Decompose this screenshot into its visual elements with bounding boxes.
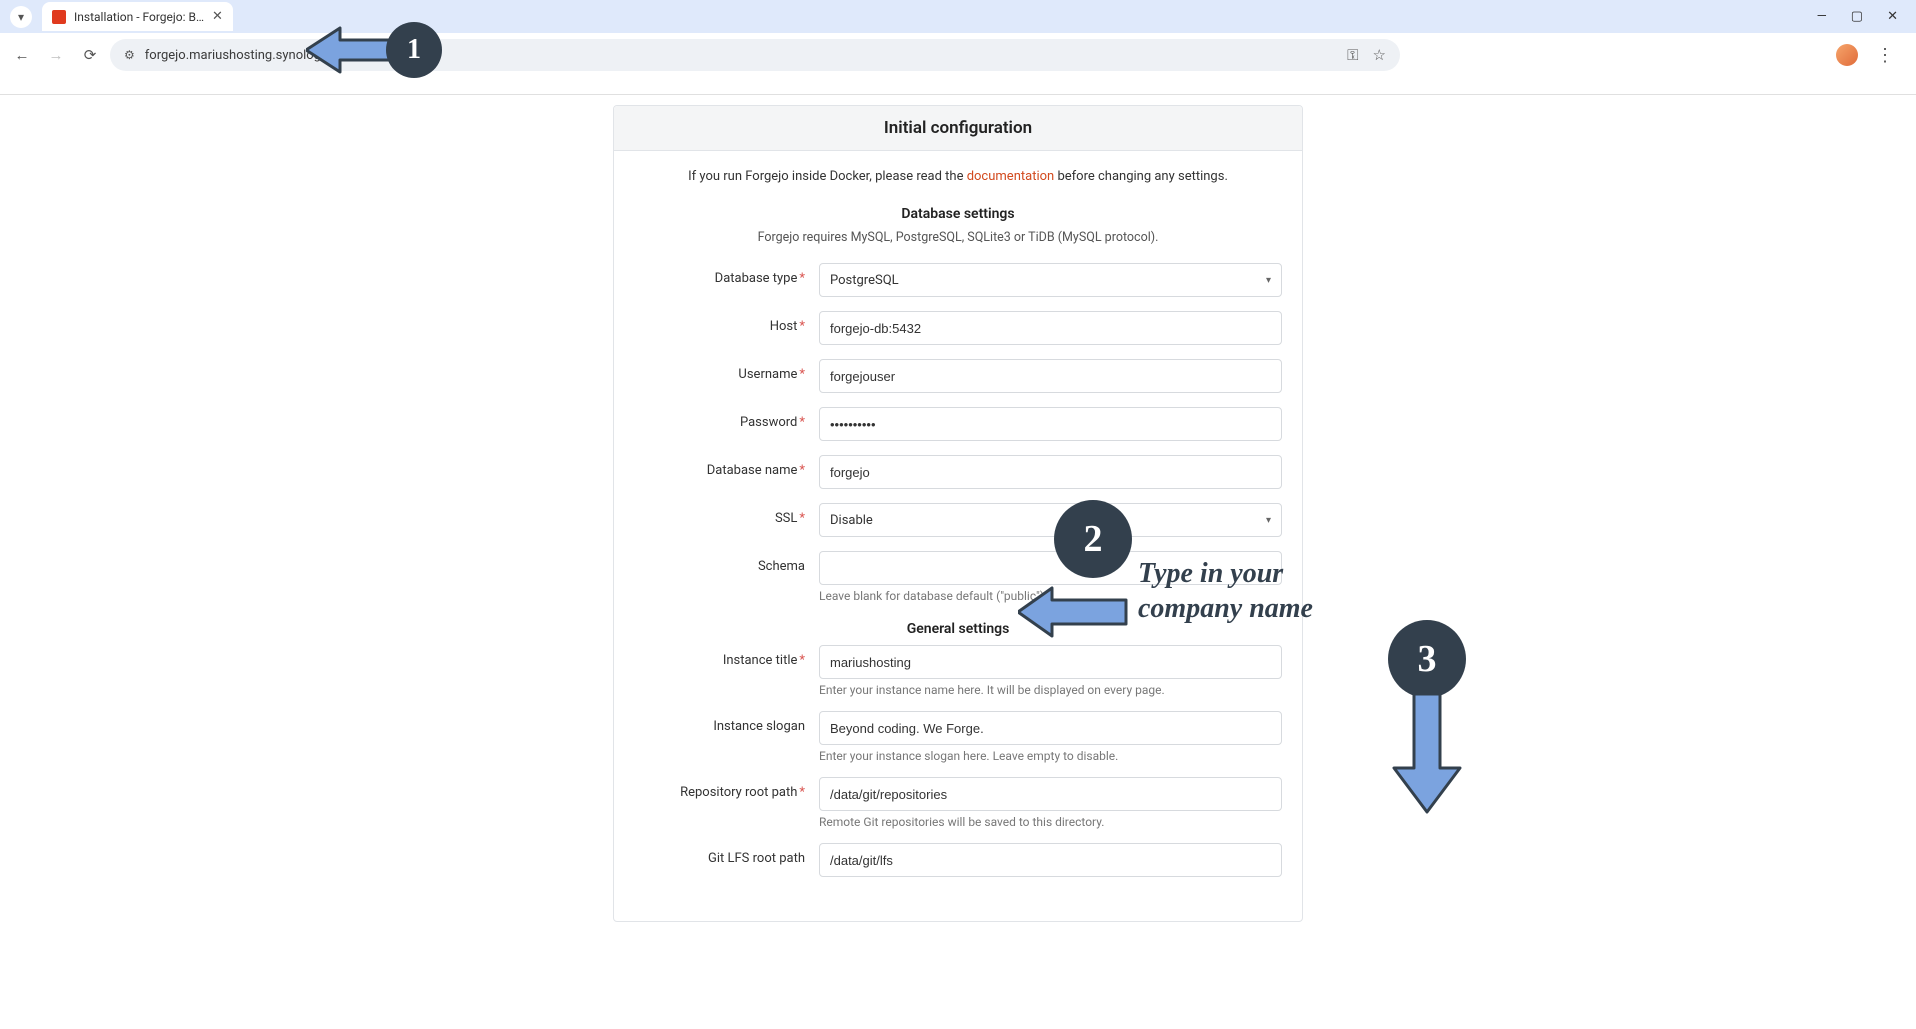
- instance-slogan-help: Enter your instance slogan here. Leave e…: [819, 749, 1282, 763]
- page-title: Initial configuration: [630, 118, 1286, 138]
- required-indicator: *: [799, 785, 805, 800]
- instance-title-label: Instance title: [723, 653, 798, 668]
- general-section-title: General settings: [634, 621, 1282, 637]
- lfs-root-input[interactable]: [819, 843, 1282, 877]
- profile-avatar[interactable]: [1836, 44, 1858, 66]
- browser-toolbar: ← → ⟳ ⚙ forgejo.mariushosting.synology.m…: [0, 33, 1916, 78]
- documentation-link[interactable]: documentation: [967, 169, 1055, 184]
- site-info-icon[interactable]: ⚙: [124, 48, 135, 62]
- panel-header: Initial configuration: [614, 106, 1302, 151]
- db-ssl-value: Disable: [830, 513, 873, 528]
- close-window-icon[interactable]: ✕: [1887, 9, 1898, 24]
- browser-tabstrip: ▾ Installation - Forgejo: Beyond c ✕ — ▢…: [0, 0, 1916, 33]
- db-section-title: Database settings: [634, 206, 1282, 222]
- repo-root-label: Repository root path: [680, 785, 797, 800]
- close-icon[interactable]: ✕: [212, 9, 223, 24]
- config-panel: Initial configuration If you run Forgejo…: [613, 105, 1303, 922]
- required-indicator: *: [799, 319, 805, 334]
- db-pass-input[interactable]: [819, 407, 1282, 441]
- repo-root-input[interactable]: [819, 777, 1282, 811]
- instance-title-help: Enter your instance name here. It will b…: [819, 683, 1282, 697]
- caret-down-icon: ▾: [1266, 275, 1271, 286]
- forgejo-favicon-icon: [52, 10, 66, 24]
- maximize-icon[interactable]: ▢: [1851, 9, 1863, 24]
- url-text: forgejo.mariushosting.synology.me: [145, 48, 348, 63]
- instance-slogan-label: Instance slogan: [713, 719, 805, 734]
- intro-text: If you run Forgejo inside Docker, please…: [634, 169, 1282, 184]
- repo-root-help: Remote Git repositories will be saved to…: [819, 815, 1282, 829]
- tab-search-button[interactable]: ▾: [10, 6, 32, 28]
- window-controls: — ▢ ✕: [1799, 9, 1916, 24]
- db-user-input[interactable]: [819, 359, 1282, 393]
- db-pass-label: Password: [740, 415, 797, 430]
- intro-pre: If you run Forgejo inside Docker, please…: [688, 169, 967, 184]
- chevron-down-icon: ▾: [18, 10, 24, 24]
- instance-slogan-input[interactable]: [819, 711, 1282, 745]
- reload-button[interactable]: ⟳: [76, 41, 104, 69]
- db-schema-label: Schema: [758, 559, 805, 574]
- back-button[interactable]: ←: [8, 41, 36, 69]
- db-name-input[interactable]: [819, 455, 1282, 489]
- instance-title-input[interactable]: [819, 645, 1282, 679]
- password-key-icon[interactable]: ⚿: [1347, 46, 1358, 64]
- required-indicator: *: [799, 511, 805, 526]
- db-host-label: Host: [770, 319, 798, 334]
- page-viewport[interactable]: Initial configuration If you run Forgejo…: [0, 95, 1916, 1029]
- db-host-input[interactable]: [819, 311, 1282, 345]
- db-ssl-select[interactable]: Disable ▾: [819, 503, 1282, 537]
- address-bar[interactable]: ⚙ forgejo.mariushosting.synology.me ⚿ ☆: [110, 39, 1400, 71]
- lfs-root-label: Git LFS root path: [708, 851, 805, 866]
- caret-down-icon: ▾: [1266, 515, 1271, 526]
- browser-tab[interactable]: Installation - Forgejo: Beyond c ✕: [42, 2, 233, 31]
- required-indicator: *: [799, 415, 805, 430]
- bookmark-star-icon[interactable]: ☆: [1373, 46, 1386, 64]
- db-type-select[interactable]: PostgreSQL ▾: [819, 263, 1282, 297]
- required-indicator: *: [799, 463, 805, 478]
- required-indicator: *: [799, 367, 805, 382]
- db-type-value: PostgreSQL: [830, 273, 899, 288]
- required-indicator: *: [799, 653, 805, 668]
- db-name-label: Database name: [707, 463, 798, 478]
- kebab-menu-icon[interactable]: ⋮: [1876, 45, 1894, 66]
- minimize-icon[interactable]: —: [1817, 9, 1827, 24]
- db-user-label: Username: [738, 367, 797, 382]
- required-indicator: *: [799, 271, 805, 286]
- db-schema-input[interactable]: [819, 551, 1282, 585]
- intro-post: before changing any settings.: [1054, 169, 1228, 184]
- db-schema-help: Leave blank for database default ("publi…: [819, 589, 1282, 603]
- db-ssl-label: SSL: [775, 511, 797, 526]
- tab-title: Installation - Forgejo: Beyond c: [74, 10, 204, 24]
- db-type-label: Database type: [715, 271, 798, 286]
- forward-button[interactable]: →: [42, 41, 70, 69]
- db-section-sub: Forgejo requires MySQL, PostgreSQL, SQLi…: [634, 230, 1282, 245]
